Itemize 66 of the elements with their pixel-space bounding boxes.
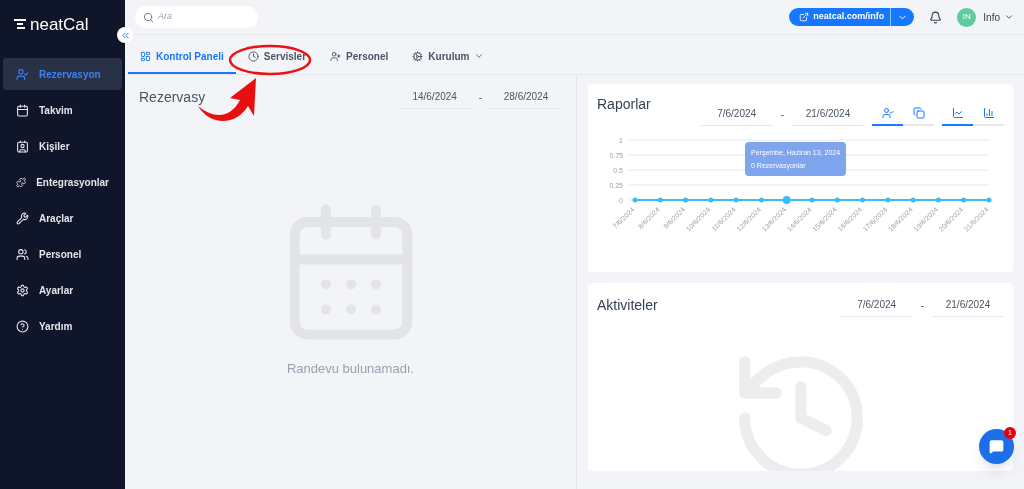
nav-tab[interactable]: Kurulum: [400, 40, 497, 74]
collapse-button[interactable]: [117, 27, 133, 43]
data-point: [986, 197, 992, 203]
gear-icon: [412, 50, 424, 62]
date-field[interactable]: 7/6/2024: [840, 293, 913, 317]
sidebar-item[interactable]: Ayarlar: [3, 274, 122, 306]
data-point: [885, 197, 891, 203]
data-point: [782, 196, 791, 204]
dashboard-icon: [140, 50, 151, 62]
settings-icon: [16, 283, 29, 297]
nav-tab[interactable]: Personel: [318, 40, 401, 74]
date-separator: -: [478, 90, 482, 105]
data-point: [834, 197, 840, 203]
user-plus-icon: [330, 50, 342, 62]
data-point: [860, 197, 866, 203]
copy-icon: [912, 107, 925, 119]
data-point: [632, 197, 638, 203]
date-field[interactable]: 28/6/2024: [490, 85, 562, 109]
user-check-icon: [881, 107, 894, 119]
clock-icon: [247, 50, 259, 62]
notification-bell-icon[interactable]: [929, 10, 943, 24]
nav-tab[interactable]: Kontrol Paneli: [128, 40, 236, 74]
data-point: [758, 197, 764, 203]
date-field[interactable]: 7/6/2024: [700, 102, 773, 126]
data-point: [657, 197, 663, 203]
calendar-icon: [16, 103, 29, 117]
date-field[interactable]: 14/6/2024: [398, 85, 471, 109]
search-icon: [143, 11, 154, 23]
sidebar-item[interactable]: Personel: [3, 238, 122, 270]
sidebar-item[interactable]: Kişiler: [3, 130, 122, 162]
empty-state-text: Randevu bulunamadı.: [286, 360, 415, 378]
puzzle-icon: [16, 175, 27, 189]
date-separator: -: [920, 298, 924, 313]
date-field[interactable]: 21/6/2024: [932, 293, 1004, 317]
data-point: [683, 197, 689, 203]
external-link-icon: [799, 12, 810, 22]
line-chart-icon: [951, 107, 964, 119]
card-title: Aktiviteler: [597, 295, 658, 315]
contact-card-icon: [16, 139, 29, 153]
data-point: [935, 197, 941, 203]
users-icon: [16, 247, 29, 261]
wrench-icon: [16, 211, 29, 225]
link-button[interactable]: neatcal.com/info: [789, 8, 915, 26]
sidebar-item[interactable]: Araçlar: [3, 202, 122, 234]
nav-tab[interactable]: Servisler: [235, 40, 319, 74]
sidebar-item[interactable]: Yardım: [3, 310, 122, 342]
logo-text: neatCal: [30, 15, 89, 33]
logo-icon: [14, 19, 26, 29]
sidebar-item[interactable]: Entegrasyonlar: [3, 166, 122, 198]
caret-icon: [1004, 12, 1014, 22]
data-point: [910, 197, 916, 203]
data-point: [961, 197, 967, 203]
user-check-icon: [16, 67, 29, 81]
data-point: [809, 197, 815, 203]
data-point: [708, 197, 714, 203]
panel-title: Rezervasy: [139, 87, 206, 107]
date-field[interactable]: 21/6/2024: [792, 102, 864, 126]
card-title: Raporlar: [597, 95, 651, 114]
user-menu[interactable]: Info: [983, 9, 1014, 25]
data-point: [733, 197, 739, 203]
sidebar-item[interactable]: Takvim: [3, 94, 122, 126]
date-separator: -: [780, 107, 784, 122]
bar-chart-icon: [982, 107, 995, 119]
sidebar-item[interactable]: Rezervasyon: [3, 58, 122, 90]
chat-icon: [989, 439, 1004, 454]
help-icon: [16, 319, 29, 333]
